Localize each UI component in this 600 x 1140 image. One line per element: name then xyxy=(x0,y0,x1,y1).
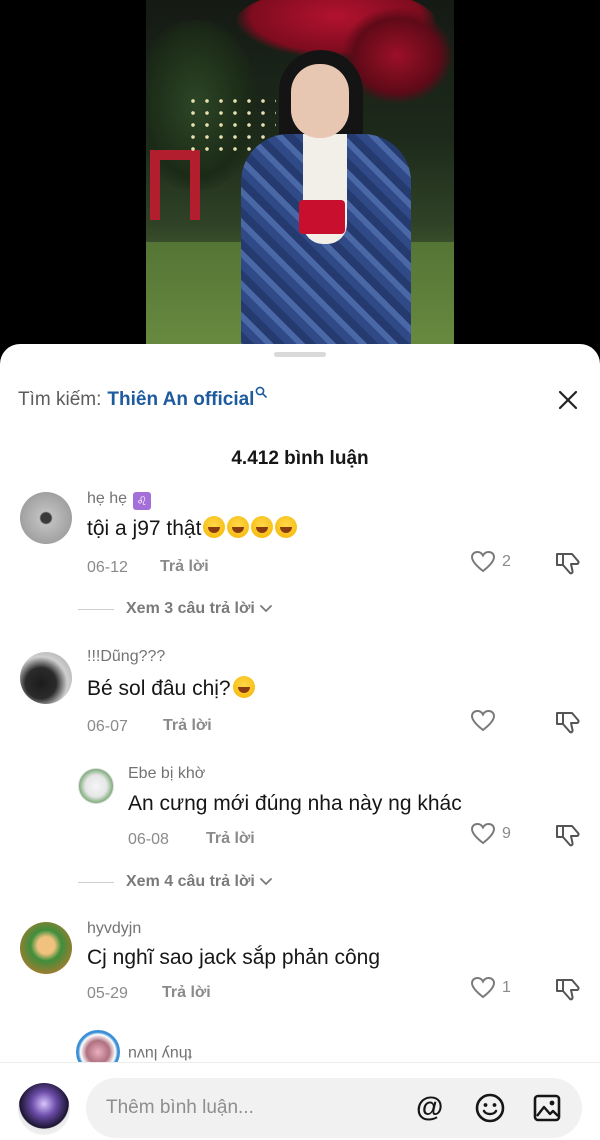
mention-button[interactable]: @ xyxy=(416,1092,443,1122)
reply-date: 06-08 xyxy=(128,831,169,848)
chevron-down-icon xyxy=(259,600,272,618)
heart-icon xyxy=(470,709,496,732)
username-text: hẹ hẹ xyxy=(87,490,128,507)
view-replies-button[interactable]: Xem 4 câu trả lời xyxy=(78,873,272,891)
comment-text: tội a j97 thật xyxy=(87,516,298,541)
divider-line xyxy=(78,881,114,883)
my-avatar[interactable] xyxy=(18,1083,70,1135)
dislike-icon xyxy=(556,553,580,575)
emoji-icon[interactable] xyxy=(474,1092,506,1129)
reply-username[interactable]: thuy luvu xyxy=(128,1044,192,1062)
laughing-emoji-icon xyxy=(232,676,255,698)
dislike-icon xyxy=(556,979,580,1001)
like-button[interactable] xyxy=(470,709,502,733)
divider-line xyxy=(78,608,114,610)
image-icon[interactable] xyxy=(531,1092,563,1129)
like-button[interactable]: 9 xyxy=(470,822,511,846)
comment-username[interactable]: !!!Dũng??? xyxy=(87,648,165,666)
search-icon xyxy=(255,382,268,404)
reply-username[interactable]: Ebe bị khờ xyxy=(128,765,205,783)
comment-input-bar: Thêm bình luận... @ xyxy=(0,1062,600,1140)
video-player[interactable] xyxy=(0,0,600,362)
like-count: 9 xyxy=(502,825,511,842)
search-suggestion[interactable]: Tìm kiếm: Thiên An official xyxy=(18,386,268,411)
video-red-arch xyxy=(150,150,200,220)
like-button[interactable]: 2 xyxy=(470,550,511,574)
view-replies-button[interactable]: Xem 3 câu trả lời xyxy=(78,600,272,618)
dislike-icon xyxy=(556,712,580,734)
like-count: 2 xyxy=(502,553,511,570)
dislike-button[interactable] xyxy=(554,975,582,1008)
chevron-down-icon xyxy=(259,873,272,891)
avatar[interactable] xyxy=(20,922,72,974)
person-face xyxy=(291,64,349,138)
comment-username[interactable]: hyvdyjn xyxy=(87,920,141,938)
zodiac-badge: ♌ xyxy=(133,492,152,510)
view-replies-label: Xem 4 câu trả lời xyxy=(126,873,255,890)
sheet-grabber[interactable] xyxy=(274,352,326,357)
search-term-link[interactable]: Thiên An official xyxy=(107,389,254,411)
reply-button[interactable]: Trả lời xyxy=(160,558,209,576)
comment-text: Cj nghĩ sao jack sắp phản công xyxy=(87,946,381,969)
comment-text-content: Bé sol đâu chị? xyxy=(87,677,231,700)
comment-input-placeholder: Thêm bình luận... xyxy=(106,1097,254,1118)
reply-button[interactable]: Trả lời xyxy=(163,717,212,735)
laughing-emoji-icon xyxy=(227,516,250,538)
avatar[interactable] xyxy=(78,768,114,804)
dislike-icon xyxy=(556,825,580,847)
avatar[interactable] xyxy=(20,652,72,704)
video-frame[interactable] xyxy=(146,0,454,362)
comment-date: 05-29 xyxy=(87,985,128,1002)
reply-button[interactable]: Trả lời xyxy=(162,984,211,1002)
dislike-button[interactable] xyxy=(554,549,582,582)
laughing-emoji-icon xyxy=(251,516,274,538)
red-envelope xyxy=(299,200,345,234)
comment-username[interactable]: hẹ hẹ ♌ xyxy=(87,490,152,510)
laughing-emoji-icon xyxy=(203,516,226,538)
reply-button[interactable]: Trả lời xyxy=(206,830,255,848)
dislike-button[interactable] xyxy=(554,821,582,854)
like-count: 1 xyxy=(502,979,511,996)
avatar[interactable] xyxy=(20,492,72,544)
comment-text: Bé sol đâu chị? xyxy=(87,676,255,701)
heart-icon xyxy=(470,550,496,573)
dislike-button[interactable] xyxy=(554,708,582,741)
comment-text-content: tội a j97 thật xyxy=(87,517,202,540)
like-button[interactable]: 1 xyxy=(470,976,511,1000)
heart-icon xyxy=(470,976,496,999)
video-person xyxy=(241,50,421,362)
laughing-emoji-icon xyxy=(275,516,298,538)
view-replies-label: Xem 3 câu trả lời xyxy=(126,600,255,617)
comments-count: 4.412 bình luận xyxy=(231,448,369,469)
comment-date: 06-12 xyxy=(87,559,128,576)
reply-text: An cưng mới đúng nha này ng khác xyxy=(128,792,462,815)
comments-sheet: Tìm kiếm: Thiên An official 4.412 bình l… xyxy=(0,344,600,1140)
comment-date: 06-07 xyxy=(87,718,128,735)
heart-icon xyxy=(470,822,496,845)
search-label: Tìm kiếm: xyxy=(18,389,102,410)
comment-input[interactable]: Thêm bình luận... @ xyxy=(86,1078,582,1138)
close-icon[interactable] xyxy=(552,384,584,416)
